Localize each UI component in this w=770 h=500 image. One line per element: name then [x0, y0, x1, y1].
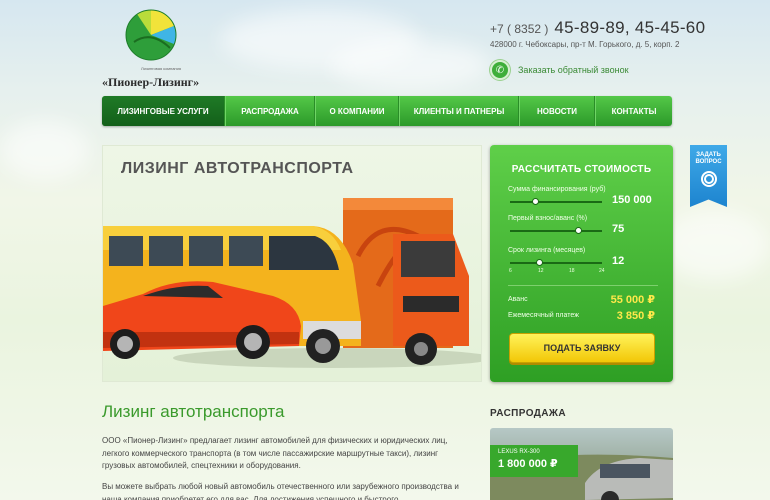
sum-value: 150 000	[612, 194, 652, 206]
lifebuoy-icon	[700, 171, 717, 187]
term-tick: 12	[538, 268, 544, 274]
hero-banner: ЛИЗИНГ АВТОТРАНСПОРТА	[102, 145, 482, 382]
callback-label[interactable]: Заказать обратный звонок	[518, 65, 629, 75]
cost-calculator: РАССЧИТАТЬ СТОИМОСТЬ Сумма финансировани…	[490, 145, 673, 382]
advance-label: Первый взнос/аванс (%)	[508, 215, 588, 222]
vehicles-image	[103, 198, 481, 368]
ask-label-2: ВОПРОС	[695, 159, 722, 165]
sale-price-badge: LEXUS RX-300 1 800 000 ₽	[490, 445, 578, 477]
ask-label-1: ЗАДАТЬ	[696, 152, 721, 158]
company-logo[interactable]: Лизинговая компания «Пионер-Лизинг»	[102, 8, 212, 89]
term-label: Срок лизинга (месяцев)	[508, 247, 586, 254]
content-title: Лизинг автотранспорта	[102, 402, 285, 421]
term-slider[interactable]	[510, 259, 602, 266]
logo-name: «Пионер-Лизинг»	[102, 75, 200, 89]
phone-icon: ✆	[490, 60, 510, 80]
term-tick: 6	[509, 268, 512, 274]
sale-item-name: LEXUS RX-300	[498, 449, 540, 455]
logo-icon	[125, 9, 177, 61]
sum-label: Сумма финансирования (руб)	[508, 186, 606, 193]
address: 428000 г. Чебоксары, пр-т М. Горького, д…	[490, 40, 680, 49]
divider	[508, 285, 658, 286]
phone-block: +7 ( 8352 ) 45-89-89, 45-45-60	[490, 18, 705, 38]
monthly-label: Ежемесячный платеж	[508, 312, 579, 319]
logo-tagline: Лизинговая компания	[140, 66, 182, 71]
nav-item-about[interactable]: О КОМПАНИИ	[315, 96, 399, 126]
term-value: 12	[612, 255, 625, 267]
sum-slider-handle[interactable]	[531, 198, 539, 205]
advance-result-value: 55 000 ₽	[610, 294, 655, 306]
nav-item-clients[interactable]: КЛИЕНТЫ И ПАТНЕРЫ	[399, 96, 519, 126]
monthly-value: 3 850 ₽	[616, 310, 655, 322]
nav-item-leasing-services[interactable]: ЛИЗИНГОВЫЕ УСЛУГИ	[102, 96, 225, 126]
calculator-title: РАССЧИТАТЬ СТОИМОСТЬ	[511, 164, 652, 175]
nav-item-sale[interactable]: РАСПРОДАЖА	[225, 96, 315, 126]
sale-item-price: 1 800 000 ₽	[498, 458, 558, 470]
main-nav: ЛИЗИНГОВЫЕ УСЛУГИ РАСПРОДАЖА О КОМПАНИИ …	[102, 96, 672, 126]
phone-code: +7 ( 8352 )	[490, 22, 549, 36]
cloud-decoration	[330, 40, 490, 90]
cloud-decoration	[660, 210, 770, 280]
sale-item-card[interactable]: LEXUS RX-300 1 800 000 ₽	[490, 428, 673, 500]
callback-button[interactable]: ✆ Заказать обратный звонок	[490, 60, 629, 80]
sum-slider[interactable]	[510, 198, 602, 205]
sale-title: РАСПРОДАЖА	[490, 408, 566, 419]
content-paragraph: Вы можете выбрать любой новый автомобиль…	[102, 482, 459, 500]
nav-item-news[interactable]: НОВОСТИ	[519, 96, 595, 126]
advance-slider-handle[interactable]	[575, 227, 582, 234]
content-paragraph: ООО «Пионер-Лизинг» предлагает лизинг ав…	[102, 436, 448, 470]
advance-value: 75	[612, 223, 625, 235]
submit-application-button[interactable]: ПОДАТЬ ЗАЯВКУ	[509, 333, 655, 363]
cloud-decoration	[0, 120, 90, 180]
advance-slider[interactable]	[510, 227, 602, 234]
term-slider-handle[interactable]	[536, 259, 544, 266]
phone-numbers[interactable]: 45-89-89, 45-45-60	[554, 18, 705, 37]
nav-item-contacts[interactable]: КОНТАКТЫ	[595, 96, 672, 126]
term-tick: 18	[569, 268, 575, 274]
term-tick: 24	[599, 268, 605, 274]
ask-question-button[interactable]: ЗАДАТЬ ВОПРОС	[690, 145, 727, 207]
advance-result-label: Аванс	[508, 296, 528, 303]
